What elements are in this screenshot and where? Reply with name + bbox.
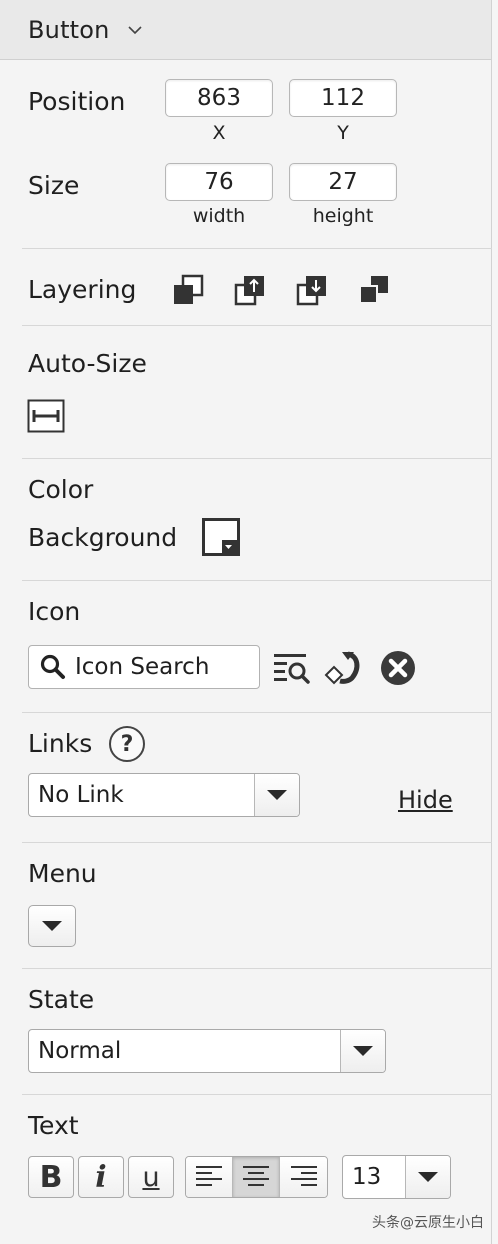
send-backward-icon[interactable] — [294, 272, 330, 308]
text-align-group — [185, 1156, 328, 1198]
dropdown-arrow-icon — [42, 921, 62, 931]
bring-to-front-icon[interactable] — [170, 272, 206, 308]
help-icon[interactable]: ? — [109, 726, 145, 762]
menu-label: Menu — [28, 859, 97, 888]
icon-label: Icon — [28, 597, 81, 626]
text-format-group: B i u — [28, 1156, 178, 1198]
bold-button[interactable]: B — [28, 1156, 74, 1198]
align-right-icon — [290, 1166, 317, 1186]
size-width-caption: width — [192, 205, 246, 227]
bring-forward-icon[interactable] — [232, 272, 268, 308]
underline-button[interactable]: u — [128, 1156, 174, 1198]
autosize-horizontal-icon[interactable] — [27, 397, 65, 435]
size-height-caption: height — [312, 205, 374, 227]
divider — [22, 842, 492, 843]
reset-icon-icon[interactable] — [322, 648, 364, 688]
align-left-icon — [196, 1166, 222, 1186]
underline-icon: u — [142, 1161, 160, 1193]
properties-panel: Button Position 863 X 112 Y Size 76 widt… — [0, 0, 492, 1244]
search-icon — [39, 653, 67, 681]
hide-link[interactable]: Hide — [398, 786, 453, 814]
divider — [22, 1094, 492, 1095]
state-select[interactable]: Normal — [28, 1029, 386, 1073]
color-label: Color — [28, 475, 94, 504]
font-size-value: 13 — [352, 1164, 382, 1190]
bold-icon: B — [39, 1159, 63, 1195]
font-size-select[interactable]: 13 — [342, 1155, 451, 1199]
help-glyph: ? — [120, 731, 134, 757]
position-y-caption: Y — [337, 122, 349, 144]
align-center-icon — [243, 1166, 269, 1186]
links-select[interactable]: No Link — [28, 773, 300, 817]
size-width-input[interactable]: 76 — [165, 163, 273, 201]
position-x-caption: X — [212, 122, 226, 144]
text-label: Text — [28, 1111, 79, 1140]
position-x-input[interactable]: 863 — [165, 79, 273, 117]
dropdown-arrow-icon[interactable] — [254, 774, 299, 816]
align-center-button[interactable] — [233, 1157, 280, 1197]
dropdown-arrow-icon[interactable] — [405, 1156, 450, 1198]
align-right-button[interactable] — [280, 1157, 327, 1197]
divider — [22, 580, 492, 581]
size-height-input[interactable]: 27 — [289, 163, 397, 201]
browse-icons-icon[interactable] — [272, 648, 312, 688]
watermark: 头条@云原生小白 — [372, 1215, 484, 1231]
icon-search-input[interactable]: Icon Search — [28, 645, 260, 689]
size-label: Size — [28, 171, 80, 200]
dropdown-arrow-icon[interactable] — [340, 1030, 385, 1072]
divider — [22, 325, 492, 326]
state-label: State — [28, 985, 95, 1014]
autosize-label: Auto-Size — [28, 349, 147, 378]
panel-title: Button — [28, 15, 110, 44]
panel-header[interactable]: Button — [0, 0, 491, 60]
background-color-swatch[interactable] — [202, 518, 240, 556]
italic-button[interactable]: i — [78, 1156, 124, 1198]
divider — [22, 458, 492, 459]
position-label: Position — [28, 87, 126, 116]
chevron-down-icon[interactable] — [124, 19, 146, 41]
clear-icon-icon[interactable] — [378, 648, 418, 688]
links-label: Links — [28, 729, 93, 758]
icon-search-placeholder: Icon Search — [75, 654, 210, 680]
align-left-button[interactable] — [186, 1157, 233, 1197]
divider — [22, 968, 492, 969]
state-select-value: Normal — [38, 1038, 122, 1064]
position-y-input[interactable]: 112 — [289, 79, 397, 117]
links-select-value: No Link — [38, 782, 124, 808]
divider — [22, 712, 492, 713]
send-to-back-icon[interactable] — [356, 272, 392, 308]
divider — [22, 248, 492, 249]
background-label: Background — [28, 523, 178, 552]
menu-dropdown-button[interactable] — [28, 905, 76, 947]
layering-label: Layering — [28, 275, 137, 304]
italic-icon: i — [95, 1159, 107, 1195]
